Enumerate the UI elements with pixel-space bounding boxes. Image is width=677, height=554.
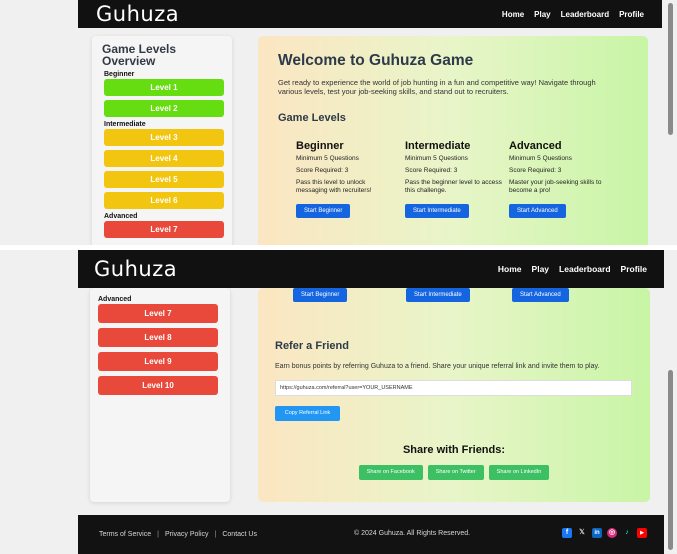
guhuza-logo[interactable]: Guhuza — [96, 2, 179, 26]
instagram-icon[interactable]: ◎ — [607, 528, 617, 538]
social-icons: f 𝕏 in ◎ ♪ ▶ — [562, 528, 647, 538]
advanced-desc: Master your job-seeking skills to become… — [509, 179, 602, 194]
facebook-icon[interactable]: f — [562, 528, 572, 538]
top-navbar: Guhuza Home Play Leaderboard Profile — [78, 0, 662, 28]
nav-profile[interactable]: Profile — [619, 10, 644, 19]
advanced-column: Advanced Minimum 5 Questions Score Requi… — [509, 140, 609, 218]
scrollbar-thumb-bottom[interactable] — [668, 370, 673, 550]
share-buttons: Share on Facebook Share on Twitter Share… — [258, 465, 650, 480]
share-facebook-button[interactable]: Share on Facebook — [358, 465, 423, 480]
share-twitter-button[interactable]: Share on Twitter — [427, 465, 484, 480]
footer-links: Terms of Service | Privacy Policy | Cont… — [99, 531, 257, 538]
welcome-title: Welcome to Guhuza Game — [278, 52, 474, 69]
advanced-score: Score Required: 3 — [509, 167, 562, 174]
copy-referral-button[interactable]: Copy Referral Link — [275, 406, 340, 421]
levels-sidebar: Game Levels Overview Beginner Level 1 Le… — [92, 36, 232, 245]
nav-leaderboard[interactable]: Leaderboard — [561, 10, 609, 19]
x-icon[interactable]: 𝕏 — [577, 528, 587, 538]
level-10-button[interactable]: Level 10 — [98, 376, 218, 395]
footer-separator: | — [214, 531, 217, 538]
linkedin-icon[interactable]: in — [592, 528, 602, 538]
site-footer: Terms of Service | Privacy Policy | Cont… — [78, 515, 665, 554]
start-intermediate-button[interactable]: Start Intermediate — [405, 204, 469, 218]
refer-text: Earn bonus points by referring Guhuza to… — [275, 363, 600, 370]
page-scrollbar-bottom[interactable] — [664, 250, 677, 554]
level-4-button[interactable]: Level 4 — [104, 150, 224, 167]
copyright-text: © 2024 Guhuza. All Rights Reserved. — [354, 530, 471, 537]
terms-link[interactable]: Terms of Service — [99, 531, 151, 538]
beginner-min: Minimum 5 Questions — [296, 155, 359, 162]
levels-sidebar-scrolled: Advanced Level 7 Level 8 Level 9 Level 1… — [90, 288, 230, 502]
youtube-icon[interactable]: ▶ — [637, 528, 647, 538]
welcome-text: Get ready to experience the world of job… — [278, 78, 596, 96]
start-intermediate-button[interactable]: Start Intermediate — [406, 288, 470, 302]
footer-separator: | — [157, 531, 159, 538]
privacy-link[interactable]: Privacy Policy — [165, 531, 209, 538]
level-3-button[interactable]: Level 3 — [104, 129, 224, 146]
intermediate-title: Intermediate — [405, 140, 471, 152]
group-label-intermediate: Intermediate — [104, 121, 146, 128]
intermediate-column: Intermediate Minimum 5 Questions Score R… — [405, 140, 505, 218]
advanced-title: Advanced — [509, 140, 562, 152]
welcome-card: Welcome to Guhuza Game Get ready to expe… — [258, 36, 648, 245]
refer-heading: Refer a Friend — [275, 340, 349, 352]
page-view-top: Guhuza Home Play Leaderboard Profile Gam… — [0, 0, 677, 245]
level-1-button[interactable]: Level 1 — [104, 79, 224, 96]
nav-links: Home Play Leaderboard Profile — [502, 10, 644, 19]
intermediate-min: Minimum 5 Questions — [405, 155, 468, 162]
contact-link[interactable]: Contact Us — [222, 531, 257, 538]
nav-play[interactable]: Play — [532, 264, 550, 274]
referral-link-input[interactable] — [275, 380, 632, 396]
game-levels-heading: Game Levels — [278, 112, 346, 124]
group-label-advanced: Advanced — [98, 296, 132, 303]
intermediate-score: Score Required: 3 — [405, 167, 458, 174]
share-linkedin-button[interactable]: Share on LinkedIn — [488, 465, 550, 480]
beginner-column: Beginner Minimum 5 Questions Score Requi… — [296, 140, 396, 218]
advanced-min: Minimum 5 Questions — [509, 155, 572, 162]
level-6-button[interactable]: Level 6 — [104, 192, 224, 209]
nav-home[interactable]: Home — [498, 264, 522, 274]
level-9-button[interactable]: Level 9 — [98, 352, 218, 371]
refer-card: Start Beginner Start Intermediate Start … — [258, 288, 650, 502]
sidebar-title: Game Levels Overview — [102, 42, 177, 68]
group-label-advanced: Advanced — [104, 213, 138, 220]
nav-play[interactable]: Play — [534, 10, 550, 19]
guhuza-logo-scrolled[interactable]: Guhuza — [94, 257, 177, 281]
nav-links-scrolled: Home Play Leaderboard Profile — [498, 264, 647, 274]
start-advanced-button[interactable]: Start Advanced — [512, 288, 569, 302]
intermediate-desc: Pass the beginner level to access this c… — [405, 179, 502, 194]
start-beginner-button[interactable]: Start Beginner — [293, 288, 348, 302]
level-2-button[interactable]: Level 2 — [104, 100, 224, 117]
nav-leaderboard[interactable]: Leaderboard — [559, 264, 611, 274]
page-scrollbar-top[interactable] — [664, 0, 677, 245]
start-beginner-button[interactable]: Start Beginner — [296, 204, 351, 218]
nav-home[interactable]: Home — [502, 10, 524, 19]
share-heading: Share with Friends: — [402, 444, 506, 456]
beginner-desc: Pass this level to unlock messaging with… — [296, 179, 372, 194]
level-7-button[interactable]: Level 7 — [98, 304, 218, 323]
start-advanced-button[interactable]: Start Advanced — [509, 204, 566, 218]
scrollbar-thumb-top[interactable] — [668, 3, 673, 135]
beginner-title: Beginner — [296, 140, 344, 152]
top-navbar-scrolled: Guhuza Home Play Leaderboard Profile — [78, 250, 665, 288]
nav-profile[interactable]: Profile — [621, 264, 647, 274]
level-8-button[interactable]: Level 8 — [98, 328, 218, 347]
level-7-button[interactable]: Level 7 — [104, 221, 224, 238]
page-view-bottom: Guhuza Home Play Leaderboard Profile Adv… — [0, 250, 677, 554]
group-label-beginner: Beginner — [104, 71, 135, 78]
beginner-score: Score Required: 3 — [296, 167, 349, 174]
tiktok-icon[interactable]: ♪ — [622, 528, 632, 538]
level-5-button[interactable]: Level 5 — [104, 171, 224, 188]
